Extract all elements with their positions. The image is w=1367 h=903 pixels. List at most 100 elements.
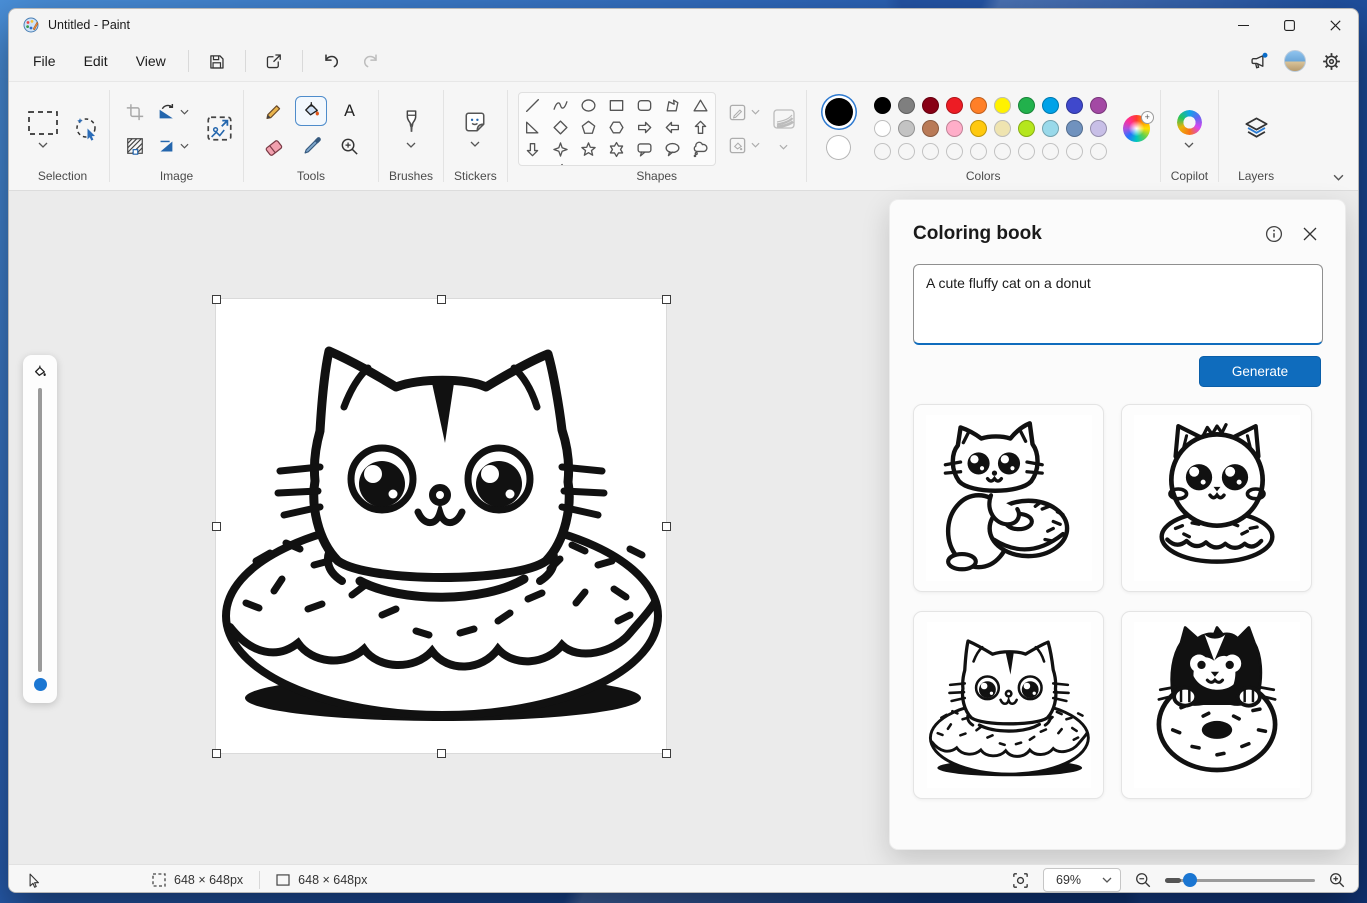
settings-button[interactable] [1316, 46, 1346, 76]
magnifier-tool-button[interactable] [334, 133, 364, 161]
prompt-input[interactable]: A cute fluffy cat on a donut [913, 264, 1323, 345]
ribbon-collapse-chevron-icon[interactable] [1333, 174, 1344, 181]
stickers-button[interactable] [463, 110, 487, 134]
selection-handle-bottom-right[interactable] [662, 749, 671, 758]
color-swatch[interactable] [970, 120, 987, 137]
arrow-left-shape-icon[interactable] [661, 118, 685, 138]
resize-image-button[interactable] [206, 115, 233, 142]
generate-button[interactable]: Generate [1199, 356, 1321, 387]
color-swatch[interactable] [1090, 97, 1107, 114]
selection-handle-top-left[interactable] [212, 295, 221, 304]
selection-handle-bottom-center[interactable] [437, 749, 446, 758]
chevron-down-icon[interactable] [1184, 142, 1194, 148]
custom-color-slot[interactable] [994, 143, 1011, 160]
flip-button[interactable] [156, 136, 189, 156]
chevron-down-icon[interactable] [470, 141, 480, 147]
chevron-down-icon[interactable] [751, 142, 760, 148]
close-panel-button[interactable] [1295, 219, 1325, 249]
crop-button[interactable] [125, 102, 145, 122]
triangle-shape-icon[interactable] [689, 96, 713, 116]
arrow-up-shape-icon[interactable] [689, 118, 713, 138]
custom-color-slot[interactable] [946, 143, 963, 160]
paint-canvas[interactable] [216, 299, 666, 753]
zoom-slider-handle[interactable] [1183, 873, 1197, 887]
chevron-down-icon[interactable] [779, 144, 788, 150]
magic-select-button[interactable] [74, 116, 99, 141]
color-swatch[interactable] [1018, 120, 1035, 137]
chevron-down-icon[interactable] [180, 109, 189, 115]
menu-edit[interactable]: Edit [70, 47, 122, 75]
account-avatar[interactable] [1284, 50, 1306, 72]
rounded-callout-shape-icon[interactable] [633, 140, 657, 160]
layers-button[interactable] [1243, 115, 1270, 142]
line-shape-icon[interactable] [521, 96, 545, 116]
cloud-callout-shape-icon[interactable] [689, 140, 713, 160]
five-point-star-shape-icon[interactable] [577, 140, 601, 160]
chevron-down-icon[interactable] [180, 143, 189, 149]
copilot-icon[interactable] [1177, 110, 1202, 135]
color-swatch[interactable] [874, 97, 891, 114]
shape-outline-button[interactable] [728, 103, 760, 122]
announcements-button[interactable] [1244, 46, 1274, 76]
edit-colors-button[interactable]: + [1123, 115, 1150, 142]
brushes-button[interactable] [400, 109, 423, 135]
pencil-tool-button[interactable] [258, 97, 288, 125]
chevron-down-icon[interactable] [38, 142, 48, 148]
color-swatch[interactable] [1042, 97, 1059, 114]
arrow-right-shape-icon[interactable] [633, 118, 657, 138]
redo-button[interactable] [351, 46, 391, 76]
tolerance-slider-track[interactable] [38, 388, 42, 672]
custom-color-slot[interactable] [1090, 143, 1107, 160]
color-swatch[interactable] [922, 97, 939, 114]
diamond-shape-icon[interactable] [549, 118, 573, 138]
minimize-button[interactable] [1220, 9, 1266, 41]
menu-file[interactable]: File [19, 47, 70, 75]
custom-color-slot[interactable] [970, 143, 987, 160]
text-tool-button[interactable]: A [334, 97, 364, 125]
color-swatch[interactable] [970, 97, 987, 114]
selection-handle-top-center[interactable] [437, 295, 446, 304]
thumbnail-cat-head-in-donut[interactable] [913, 611, 1104, 799]
chevron-down-icon[interactable] [406, 142, 416, 148]
arrow-down-shape-icon[interactable] [521, 140, 545, 160]
selection-handle-middle-right[interactable] [662, 522, 671, 531]
hexagon-shape-icon[interactable] [605, 118, 629, 138]
resize-skew-button[interactable] [125, 136, 145, 156]
color-swatch[interactable] [1090, 120, 1107, 137]
close-button[interactable] [1312, 9, 1358, 41]
right-triangle-shape-icon[interactable] [521, 118, 545, 138]
thumbnail-cat-hugging-donut[interactable] [913, 404, 1104, 592]
undo-button[interactable] [311, 46, 351, 76]
custom-color-slot[interactable] [1018, 143, 1035, 160]
selection-handle-middle-left[interactable] [212, 522, 221, 531]
shape-fill-button[interactable] [728, 136, 760, 155]
rectangle-select-button[interactable] [26, 110, 60, 136]
lightning-shape-icon[interactable] [549, 162, 573, 166]
color-swatch[interactable] [994, 97, 1011, 114]
four-point-star-shape-icon[interactable] [549, 140, 573, 160]
rotate-button[interactable] [156, 102, 189, 122]
color-picker-tool-button[interactable] [296, 133, 326, 161]
eraser-tool-button[interactable] [258, 133, 288, 161]
color-swatch[interactable] [946, 97, 963, 114]
zoom-in-button[interactable] [1328, 871, 1346, 889]
ellipse-shape-icon[interactable] [577, 96, 601, 116]
selection-handle-top-right[interactable] [662, 295, 671, 304]
chevron-down-icon[interactable] [751, 109, 760, 115]
pentagon-shape-icon[interactable] [577, 118, 601, 138]
color-swatch[interactable] [898, 120, 915, 137]
rectangle-shape-icon[interactable] [605, 96, 629, 116]
save-button[interactable] [197, 46, 237, 76]
info-button[interactable] [1259, 219, 1289, 249]
polygon-shape-icon[interactable] [661, 96, 685, 116]
tolerance-slider-handle[interactable] [34, 678, 47, 691]
custom-color-slot[interactable] [1042, 143, 1059, 160]
share-button[interactable] [254, 46, 294, 76]
color-swatch[interactable] [994, 120, 1011, 137]
maximize-button[interactable] [1266, 9, 1312, 41]
foreground-color-swatch[interactable] [825, 98, 853, 126]
color-swatch[interactable] [1018, 97, 1035, 114]
menu-view[interactable]: View [122, 47, 180, 75]
selection-handle-bottom-left[interactable] [212, 749, 221, 758]
zoom-slider[interactable] [1165, 873, 1315, 887]
